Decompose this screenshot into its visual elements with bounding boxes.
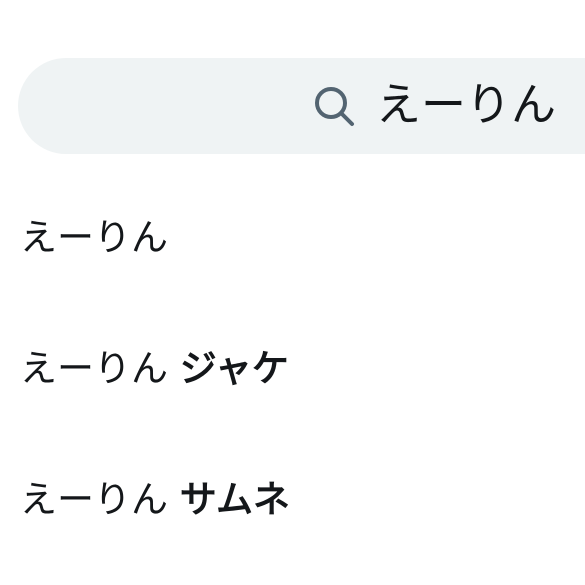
suggestion-prefix: えーりん (20, 216, 168, 259)
suggestion-completion: サムネ (179, 478, 291, 521)
suggestion-prefix: えーりん (20, 347, 168, 390)
search-icon (315, 87, 354, 126)
suggestion-completion: ジャケ (179, 347, 289, 390)
suggestion-prefix: えーりん (20, 478, 168, 521)
suggestion-item[interactable]: えーりん サムネ (20, 475, 290, 525)
search-screen: えーりん えーりん えーりん ジャケ えーりん サムネ (0, 0, 585, 585)
suggestion-item[interactable]: えーりん (20, 213, 168, 263)
search-input[interactable]: えーりん (376, 72, 556, 138)
suggestion-item[interactable]: えーりん ジャケ (20, 344, 289, 394)
